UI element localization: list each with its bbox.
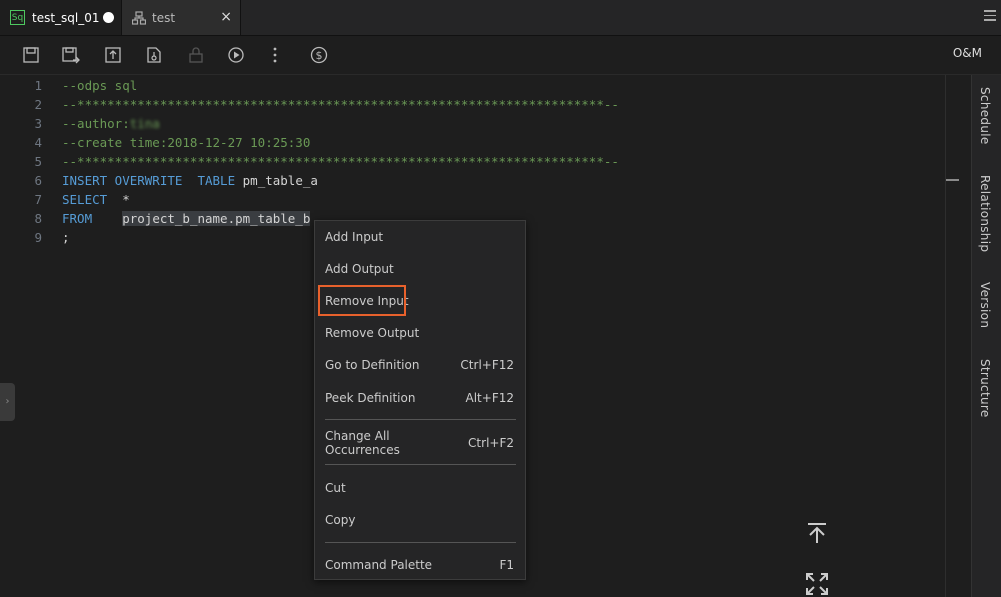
steal-lock-icon[interactable]: [144, 45, 164, 65]
menu-item-cut[interactable]: Cut: [315, 475, 525, 501]
workflow-icon: [132, 10, 146, 25]
selected-table-name[interactable]: project_b_name.pm_table_b: [122, 211, 311, 226]
code-line: 5 --*************************************…: [34, 154, 619, 169]
menu-separator: [325, 464, 516, 465]
tab-bar: Sq test_sql_01 test ×: [0, 0, 1001, 36]
scroll-to-top-icon[interactable]: [805, 521, 829, 545]
sql-file-icon: Sq: [10, 10, 25, 25]
menu-item-command-palette[interactable]: Command Palette F1: [315, 552, 525, 578]
tab-schedule[interactable]: Schedule: [978, 87, 992, 145]
blurred-author: tina: [129, 116, 160, 131]
code-line: 2 --*************************************…: [34, 97, 619, 112]
code-line: 3 --author:tina: [34, 116, 160, 131]
svg-text:$: $: [316, 49, 323, 62]
toolbar: $ O&M: [0, 36, 1001, 75]
lock-icon: [189, 47, 203, 63]
code-line: 4 --create time:2018-12-27 10:25:30: [34, 135, 311, 150]
menu-item-add-output[interactable]: Add Output: [315, 256, 525, 282]
code-line: 1 --odps sql: [34, 78, 138, 93]
menu-separator: [325, 419, 516, 420]
run-icon[interactable]: [226, 45, 246, 65]
expand-panel-handle[interactable]: ›: [0, 383, 15, 421]
save-icon[interactable]: [21, 45, 41, 65]
code-line: 8 FROM project_b_name.pm_table_b: [34, 211, 311, 226]
unsaved-dot-icon[interactable]: [103, 12, 114, 23]
menu-item-copy[interactable]: Copy: [315, 507, 525, 533]
tab-test-sql-01[interactable]: Sq test_sql_01: [0, 0, 122, 35]
scroll-position-marker: [946, 179, 959, 181]
menu-item-add-input[interactable]: Add Input: [315, 224, 525, 250]
tab-label: test_sql_01: [32, 10, 100, 25]
code-line: 6 INSERT OVERWRITE TABLE pm_table_a: [34, 173, 318, 188]
fullscreen-icon[interactable]: [805, 572, 829, 596]
tab-label: test: [152, 10, 176, 25]
menu-separator: [325, 542, 516, 543]
close-icon[interactable]: ×: [220, 9, 232, 25]
editor-scrollbar[interactable]: [945, 75, 971, 597]
highlight-box: [318, 285, 406, 316]
om-link[interactable]: O&M: [953, 46, 982, 60]
menu-item-change-all-occurrences[interactable]: Change All Occurrences Ctrl+F2: [315, 429, 525, 457]
menu-item-peek-definition[interactable]: Peek Definition Alt+F12: [315, 385, 525, 411]
code-line: 9;: [34, 230, 70, 245]
more-icon[interactable]: [265, 45, 285, 65]
code-line: 7 SELECT *: [34, 192, 130, 207]
menu-icon[interactable]: [984, 10, 996, 24]
context-menu: Add Input Add Output Remove Input Remove…: [314, 220, 526, 580]
tab-test[interactable]: test ×: [122, 0, 241, 35]
right-side-panel: Schedule Relationship Version Structure: [971, 75, 1001, 597]
menu-item-remove-output[interactable]: Remove Output: [315, 320, 525, 346]
tab-structure[interactable]: Structure: [978, 359, 992, 418]
save-as-icon[interactable]: [61, 45, 81, 65]
submit-icon[interactable]: [103, 45, 123, 65]
cost-estimate-icon[interactable]: $: [309, 45, 329, 65]
menu-item-go-to-definition[interactable]: Go to Definition Ctrl+F12: [315, 352, 525, 378]
tab-version[interactable]: Version: [978, 282, 992, 328]
tab-relationship[interactable]: Relationship: [978, 175, 992, 252]
